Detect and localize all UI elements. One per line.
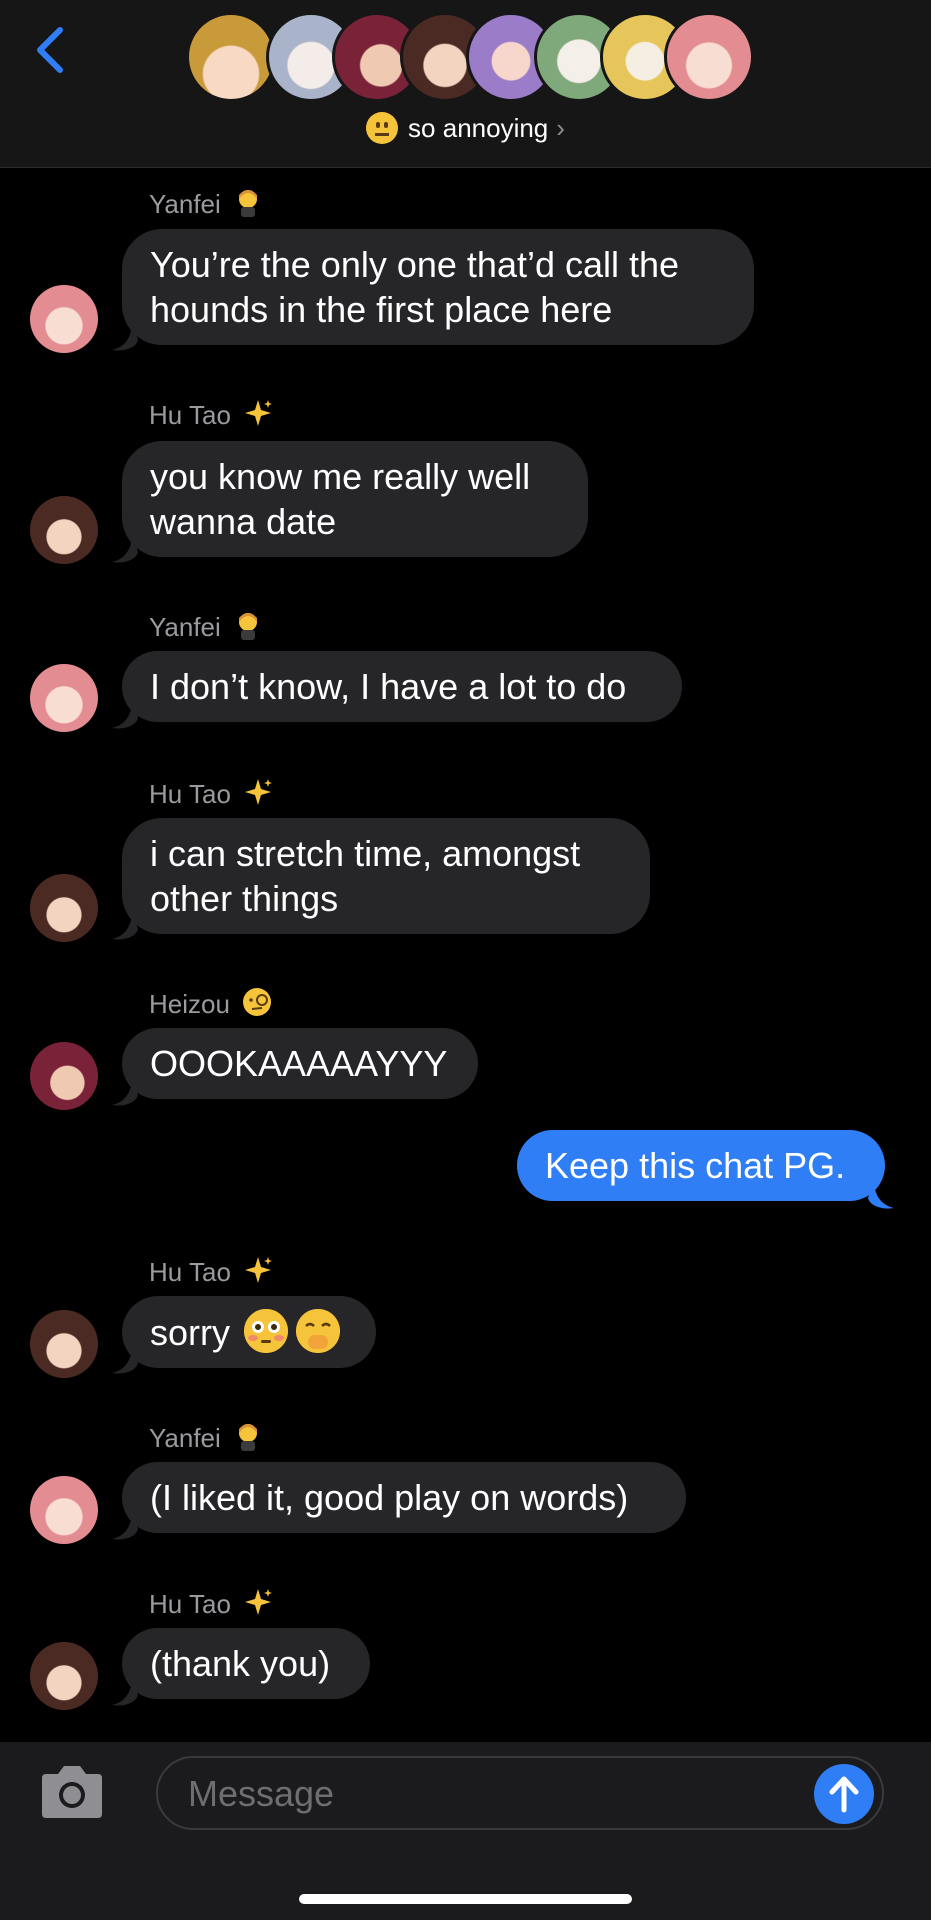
sender-name: Hu Tao bbox=[149, 777, 273, 813]
sparkles-icon bbox=[243, 1255, 273, 1291]
woman-judge-icon bbox=[233, 610, 263, 646]
bubble-tail bbox=[112, 534, 138, 563]
message-bubble[interactable]: (thank you) bbox=[122, 1628, 370, 1699]
sender-avatar[interactable] bbox=[30, 1476, 98, 1544]
sender-avatar[interactable] bbox=[30, 1642, 98, 1710]
sender-avatar[interactable] bbox=[30, 496, 98, 564]
sender-name: Heizou bbox=[149, 987, 272, 1023]
camera-button[interactable] bbox=[36, 1762, 108, 1822]
bubble-tail bbox=[112, 322, 138, 351]
sent-message-bubble[interactable]: Keep this chat PG. bbox=[517, 1130, 885, 1201]
arrow-up-icon bbox=[829, 1776, 859, 1813]
sender-name: Hu Tao bbox=[149, 1255, 273, 1291]
sender-name: Yanfei bbox=[149, 187, 263, 223]
flushed-face-icon bbox=[244, 1309, 288, 1353]
sender-name: Yanfei bbox=[149, 610, 263, 646]
message-bubble[interactable]: sorry bbox=[122, 1296, 376, 1368]
group-member-avatars[interactable] bbox=[0, 0, 931, 110]
conversation-header: so annoying › bbox=[0, 0, 931, 168]
bubble-tail bbox=[112, 1345, 138, 1374]
message-bubble[interactable]: You’re the only one that’d call the houn… bbox=[122, 229, 754, 345]
face-with-monocle-icon bbox=[242, 987, 272, 1023]
message-input[interactable] bbox=[186, 1770, 750, 1818]
message-bubble[interactable]: I don’t know, I have a lot to do bbox=[122, 651, 682, 722]
message-bubble[interactable]: OOOKAAAAAYYY bbox=[122, 1028, 478, 1099]
neutral-face-icon bbox=[366, 112, 399, 144]
bubble-tail bbox=[112, 700, 138, 729]
woman-judge-icon bbox=[233, 1421, 263, 1457]
bubble-tail bbox=[112, 911, 138, 940]
sender-avatar[interactable] bbox=[30, 1310, 98, 1378]
sender-avatar[interactable] bbox=[30, 664, 98, 732]
sparkles-icon bbox=[243, 777, 273, 813]
message-bubble[interactable]: you know me really well wanna date bbox=[122, 441, 588, 557]
message-bubble[interactable]: (I liked it, good play on words) bbox=[122, 1462, 686, 1533]
bubble-tail bbox=[112, 1077, 138, 1106]
home-indicator[interactable] bbox=[299, 1894, 632, 1904]
sender-avatar[interactable] bbox=[30, 874, 98, 942]
member-avatar bbox=[664, 12, 754, 102]
sender-name: Yanfei bbox=[149, 1421, 263, 1457]
sender-avatar[interactable] bbox=[30, 285, 98, 353]
sender-name: Hu Tao bbox=[149, 1587, 273, 1623]
face-with-hand-over-mouth-icon bbox=[296, 1309, 340, 1353]
camera-icon bbox=[42, 1766, 102, 1818]
sender-name: Hu Tao bbox=[149, 398, 273, 434]
bubble-tail bbox=[112, 1511, 138, 1540]
woman-judge-icon bbox=[233, 187, 263, 223]
sparkles-icon bbox=[243, 1587, 273, 1623]
chevron-right-icon: › bbox=[556, 113, 565, 143]
group-name[interactable]: so annoying › bbox=[0, 110, 931, 146]
message-bubble[interactable]: i can stretch time, amongst other things bbox=[122, 818, 650, 934]
sparkles-icon bbox=[243, 398, 273, 434]
bubble-tail bbox=[112, 1677, 138, 1706]
sender-avatar[interactable] bbox=[30, 1042, 98, 1110]
message-input-field[interactable] bbox=[156, 1756, 884, 1830]
member-avatar bbox=[186, 12, 276, 102]
send-button[interactable] bbox=[814, 1764, 874, 1824]
bubble-tail bbox=[868, 1180, 894, 1209]
